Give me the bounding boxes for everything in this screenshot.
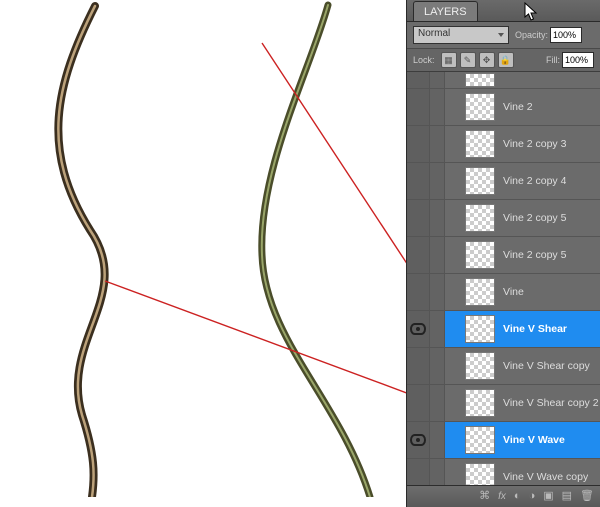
lock-transparency-icon[interactable]: ▦ [441, 52, 457, 68]
layer-thumbnail[interactable] [465, 130, 495, 158]
visibility-toggle[interactable] [407, 311, 430, 347]
lock-all-icon[interactable]: 🔒 [498, 52, 514, 68]
lock-fill-row: Lock: ▦ ✎ ✥ 🔒 Fill: [407, 49, 600, 72]
opacity-label: Opacity: [515, 30, 548, 40]
layer-thumbnail[interactable] [465, 278, 495, 306]
layer-thumbnail[interactable] [465, 426, 495, 454]
fx-icon[interactable]: fx [498, 492, 506, 502]
visibility-toggle[interactable] [407, 385, 430, 421]
visibility-toggle[interactable] [407, 126, 430, 162]
new-layer-icon[interactable]: ▤ [562, 491, 572, 502]
visibility-toggle[interactable] [407, 422, 430, 458]
blend-mode-select[interactable]: Normal [413, 26, 509, 44]
layer-thumbnail[interactable] [465, 167, 495, 195]
fill-label: Fill: [546, 55, 560, 65]
layer-row[interactable]: Vine [407, 274, 600, 311]
opacity-input[interactable] [550, 27, 582, 43]
layer-name[interactable]: Vine V Wave copy [503, 471, 588, 483]
visibility-toggle[interactable] [407, 89, 430, 125]
layer-thumbnail[interactable] [465, 352, 495, 380]
annotation-arrow [105, 281, 406, 399]
vine-highlight-right [262, 5, 370, 497]
visibility-toggle[interactable] [407, 237, 430, 273]
link-column[interactable] [430, 348, 445, 384]
layer-name[interactable]: Vine [503, 286, 524, 298]
layer-row[interactable]: Vine 2 copy 4 [407, 163, 600, 200]
layer-name[interactable]: Vine 2 copy 3 [503, 138, 566, 150]
layers-panel: LAYERS Normal Opacity: Lock: ▦ ✎ ✥ 🔒 Fil… [406, 0, 600, 507]
blend-opacity-row: Normal Opacity: [407, 22, 600, 49]
mask-icon[interactable]: ◐ [514, 491, 521, 502]
visibility-toggle[interactable] [407, 348, 430, 384]
layer-thumbnail[interactable] [465, 389, 495, 417]
layer-row[interactable]: Vine V Shear [407, 311, 600, 348]
link-column[interactable] [430, 274, 445, 310]
layer-thumbnail[interactable] [465, 93, 495, 121]
layers-tab[interactable]: LAYERS [413, 1, 478, 21]
adjustment-icon[interactable]: ◑ [529, 491, 536, 502]
layer-row[interactable]: Vine V Wave [407, 422, 600, 459]
layer-name[interactable]: Vine V Wave [503, 434, 565, 446]
layer-thumbnail[interactable] [465, 204, 495, 232]
layer-row[interactable]: Vine V Shear copy 2 [407, 385, 600, 422]
link-column[interactable] [430, 126, 445, 162]
layer-name[interactable]: Vine V Shear copy 2 [503, 397, 599, 409]
layer-thumbnail[interactable] [465, 241, 495, 269]
trash-icon[interactable]: 🗑 [580, 491, 594, 502]
panel-footer: ⌘ fx ◐ ◑ ▣ ▤ 🗑 [407, 485, 600, 507]
group-icon[interactable]: ▣ [543, 491, 553, 502]
link-column[interactable] [430, 422, 445, 458]
link-column[interactable] [430, 385, 445, 421]
lock-pixels-icon[interactable]: ✎ [460, 52, 476, 68]
fill-input[interactable] [562, 52, 594, 68]
layer-row[interactable]: Vine 2 [407, 89, 600, 126]
layer-row[interactable]: Vine V Shear copy [407, 348, 600, 385]
link-icon[interactable]: ⌘ [479, 491, 490, 502]
lock-position-icon[interactable]: ✥ [479, 52, 495, 68]
layer-name[interactable]: Vine V Shear [503, 323, 567, 335]
lock-label: Lock: [413, 55, 435, 65]
layer-list[interactable]: Vine 2 Vine 2 copy 3 Vine 2 copy 4 Vine 2 c… [407, 72, 600, 502]
layer-name[interactable]: Vine 2 copy 4 [503, 175, 566, 187]
link-column[interactable] [430, 311, 445, 347]
link-column[interactable] [430, 89, 445, 125]
visibility-toggle[interactable] [407, 163, 430, 199]
link-column[interactable] [430, 237, 445, 273]
link-column[interactable] [430, 163, 445, 199]
link-column[interactable] [430, 200, 445, 236]
visibility-toggle[interactable] [407, 274, 430, 310]
visibility-toggle[interactable] [407, 200, 430, 236]
panel-tabbar: LAYERS [407, 0, 600, 22]
layer-row[interactable]: Vine 2 copy 5 [407, 237, 600, 274]
vine-stroke-right [262, 5, 370, 497]
layer-row[interactable]: Vine 2 copy 3 [407, 126, 600, 163]
layer-name[interactable]: Vine 2 copy 5 [503, 212, 566, 224]
layer-name[interactable]: Vine 2 [503, 101, 533, 113]
layer-name[interactable]: Vine 2 copy 5 [503, 249, 566, 261]
layer-thumbnail[interactable] [465, 315, 495, 343]
layer-row[interactable]: Vine 2 copy 5 [407, 200, 600, 237]
annotation-arrow [262, 43, 406, 288]
layer-name[interactable]: Vine V Shear copy [503, 360, 590, 372]
document-canvas[interactable] [0, 0, 406, 497]
